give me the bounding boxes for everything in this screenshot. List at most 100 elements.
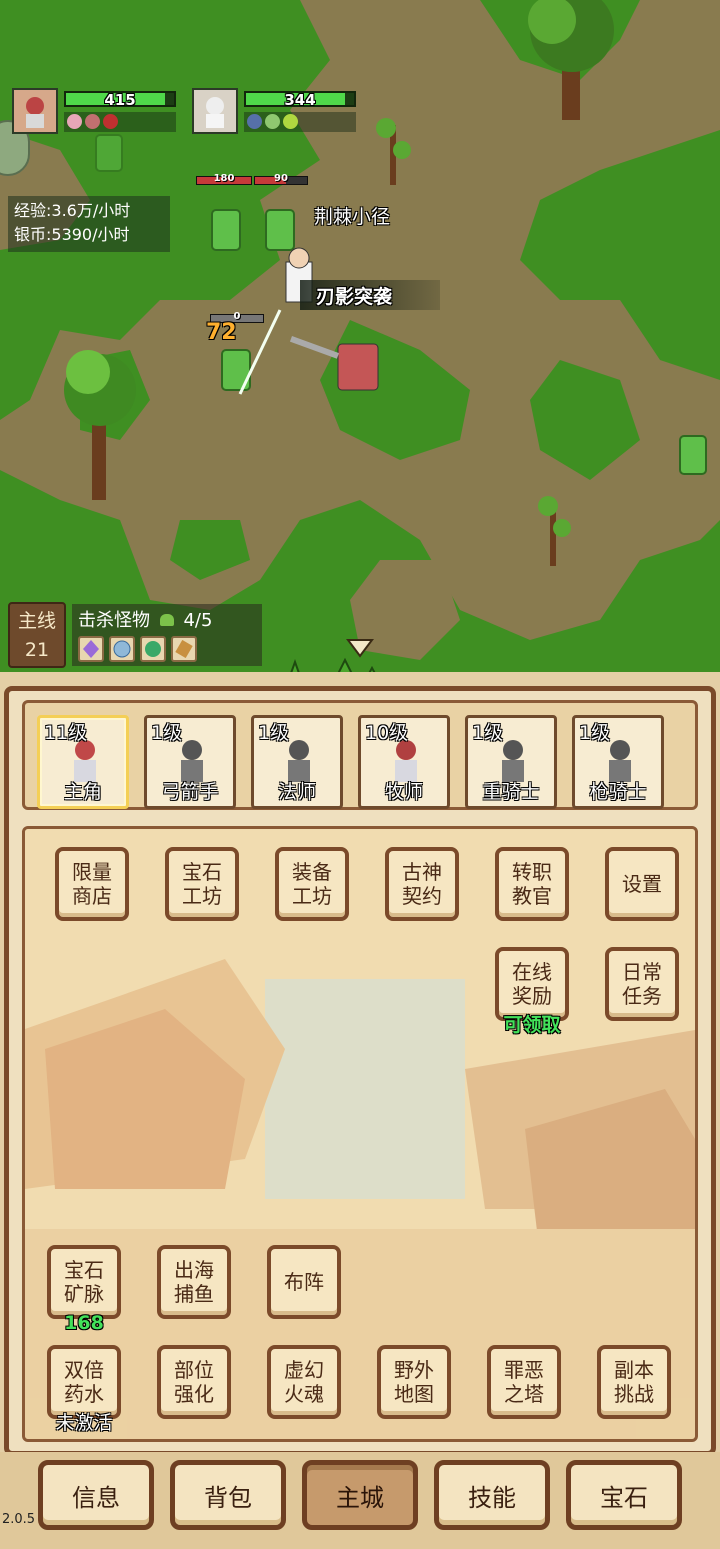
hero-portrait — [12, 88, 58, 134]
sin-tower-label: 罪恶 之塔 — [504, 1358, 544, 1406]
enemy-hp-value: 90 — [274, 173, 288, 184]
quest-body: 击杀怪物 4/5 — [72, 604, 262, 666]
hero-roster: 11级 主角 1级 弓箭手 1级 法师 10级 牧师 1级 重骑士 1级 枪骑士 — [22, 700, 698, 810]
buff-icon — [103, 114, 118, 129]
bottom-nav: 信息 背包 主城 技能 宝石 — [0, 1452, 720, 1549]
online-reward-label: 在线 奖励 — [512, 960, 552, 1008]
buff-icon — [67, 114, 82, 129]
hero-slot[interactable]: 11级主角 — [37, 715, 129, 809]
double-potion-button[interactable]: 双倍 药水 未激活 — [47, 1345, 121, 1434]
nav-button[interactable]: 背包 — [170, 1460, 286, 1530]
buff-icon — [283, 114, 298, 129]
hero-level: 1级 — [258, 722, 290, 744]
daily-task-label: 日常 任务 — [622, 960, 662, 1008]
job-mentor-button[interactable]: 转职 教官 — [495, 847, 569, 921]
enemy-hp-bar: 90 — [254, 173, 308, 185]
reward-scroll-icon — [171, 636, 197, 662]
hero-name: 法师 — [277, 781, 316, 803]
location-name: 荆棘小径 — [314, 206, 391, 228]
buff-list — [244, 112, 356, 132]
field-map-label: 野外 地图 — [394, 1358, 434, 1406]
ancient-contract-button[interactable]: 古神 契约 — [385, 847, 459, 921]
hero-name: 主角 — [63, 781, 102, 803]
settings-button[interactable]: 设置 — [605, 847, 679, 921]
double-potion-label: 双倍 药水 — [64, 1358, 104, 1406]
nav-button[interactable]: 主城 — [302, 1460, 418, 1530]
nav-button[interactable]: 宝石 — [566, 1460, 682, 1530]
online-reward-button[interactable]: 在线 奖励 可领取 — [495, 947, 569, 1036]
hero-level: 1级 — [151, 722, 183, 744]
phantom-soul-label: 虚幻 火魂 — [284, 1358, 324, 1406]
gem-mine-count: 168 — [64, 1312, 104, 1334]
goblin-icon — [159, 614, 174, 626]
formation-label: 布阵 — [284, 1270, 324, 1294]
hero-level: 10级 — [365, 722, 409, 744]
dungeon-button[interactable]: 副本 挑战 — [597, 1345, 671, 1419]
fishing-button[interactable]: 出海 捕鱼 — [157, 1245, 231, 1319]
hp-value: 415 — [104, 91, 136, 109]
main-quest[interactable]: 主线 21 击杀怪物 4/5 — [8, 602, 262, 668]
sin-tower-button[interactable]: 罪恶 之塔 — [487, 1345, 561, 1419]
quest-progress: 4/5 — [183, 610, 213, 631]
goblin-enemy — [95, 134, 123, 172]
hero-portrait — [192, 88, 238, 134]
hero-slot[interactable]: 1级 枪骑士 — [572, 715, 664, 809]
goblin-enemy — [265, 209, 295, 251]
double-potion-status: 未激活 — [55, 1412, 113, 1434]
online-reward-status: 可领取 — [503, 1014, 561, 1036]
limited-shop-button[interactable]: 限量 商店 — [55, 847, 129, 921]
quest-tag-label: 主线 — [17, 610, 56, 632]
silver-rate: 银币:5390/小时 — [14, 225, 130, 244]
town-area: 限量 商店 宝石 工坊 装备 工坊 古神 契约 转职 教官 设置 在线 奖励 可… — [22, 826, 698, 1442]
quest-objective: 击杀怪物 4/5 — [72, 604, 262, 634]
reward-gem-icon — [140, 636, 166, 662]
daily-task-button[interactable]: 日常 任务 — [605, 947, 679, 1021]
hp-value: 344 — [284, 91, 316, 109]
buff-icon — [265, 114, 280, 129]
hero-name: 重骑士 — [482, 781, 540, 803]
quest-rewards — [72, 634, 262, 664]
job-mentor-label: 转职 教官 — [512, 860, 552, 908]
collapse-arrow-icon[interactable] — [346, 638, 374, 658]
buff-icon — [247, 114, 262, 129]
party-member-2-card[interactable]: 344 — [192, 88, 360, 134]
gem-workshop-button[interactable]: 宝石 工坊 — [165, 847, 239, 921]
part-enhance-label: 部位 强化 — [174, 1358, 214, 1406]
field-map-button[interactable]: 野外 地图 — [377, 1345, 451, 1419]
hp-bar: 344 — [244, 91, 356, 109]
limited-shop-label: 限量 商店 — [72, 860, 112, 908]
town-backdrop — [25, 829, 695, 1439]
hero-slot[interactable]: 1级 弓箭手 — [144, 715, 236, 809]
nav-button[interactable]: 技能 — [434, 1460, 550, 1530]
quest-tag: 主线 21 — [8, 602, 66, 668]
goblin-enemy — [211, 209, 241, 251]
ancient-contract-label: 古神 契约 — [402, 860, 442, 908]
dungeon-label: 副本 挑战 — [614, 1358, 654, 1406]
equip-workshop-button[interactable]: 装备 工坊 — [275, 847, 349, 921]
exp-rate: 经验:3.6万/小时 — [14, 201, 131, 220]
hero-slot[interactable]: 10级牧师 — [358, 715, 450, 809]
fishing-label: 出海 捕鱼 — [174, 1258, 214, 1306]
hero-name: 牧师 — [384, 781, 423, 803]
income-stats: 经验:3.6万/小时 银币:5390/小时 — [8, 196, 170, 252]
hero-name: 枪骑士 — [589, 781, 647, 803]
enemy-hp-value: 180 — [213, 173, 235, 184]
nav-button[interactable]: 信息 — [38, 1460, 154, 1530]
equip-workshop-label: 装备 工坊 — [292, 860, 332, 908]
part-enhance-button[interactable]: 部位 强化 — [157, 1345, 231, 1419]
formation-button[interactable]: 布阵 — [267, 1245, 341, 1319]
hero-avatar-icon — [26, 97, 44, 128]
party-member-1-card[interactable]: 415 — [12, 88, 180, 134]
damage-number: 72 — [206, 320, 237, 345]
hero-level: 11级 — [44, 722, 88, 744]
reward-orb-icon — [109, 636, 135, 662]
version-label: 2.0.5 — [2, 1512, 36, 1527]
skill-name: 刃影突袭 — [316, 286, 393, 308]
reward-crystal-icon — [78, 636, 104, 662]
hero-slot[interactable]: 1级法师 — [251, 715, 343, 809]
hero-slot[interactable]: 1级 重骑士 — [465, 715, 557, 809]
goblin-enemy — [679, 435, 707, 475]
gem-workshop-label: 宝石 工坊 — [182, 860, 222, 908]
gem-mine-button[interactable]: 宝石 矿脉 168 — [47, 1245, 121, 1334]
phantom-soul-button[interactable]: 虚幻 火魂 — [267, 1345, 341, 1419]
